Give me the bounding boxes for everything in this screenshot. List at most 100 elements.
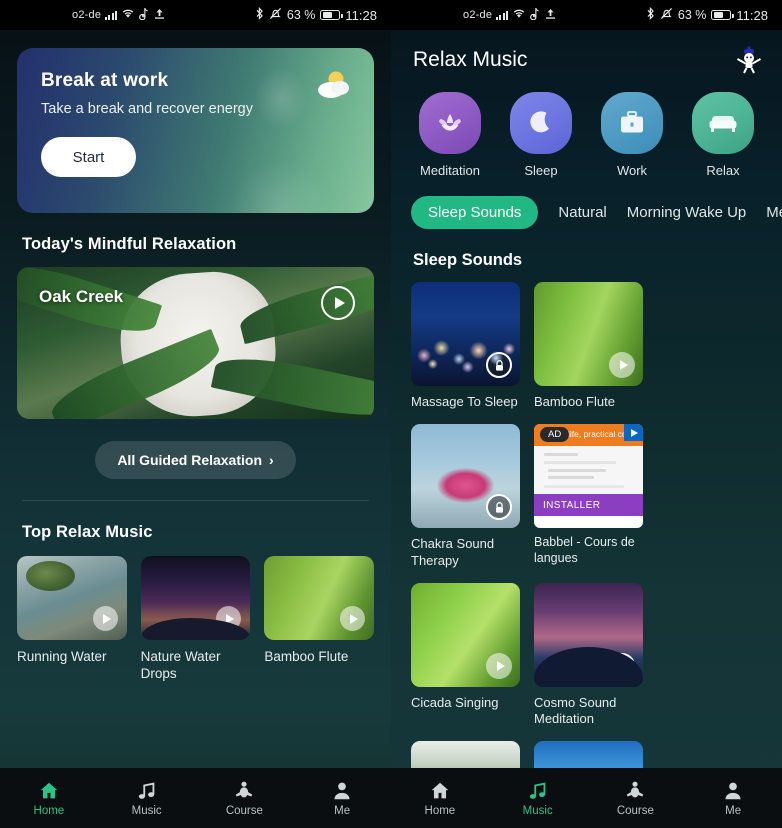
signal-bars-icon <box>105 10 117 20</box>
tab-natural[interactable]: Natural <box>558 204 606 221</box>
play-icon[interactable] <box>92 606 118 631</box>
nav-label: Music <box>522 804 553 817</box>
sofa-icon <box>709 116 737 132</box>
all-guided-label: All Guided Relaxation <box>117 452 263 468</box>
play-icon[interactable] <box>340 606 366 631</box>
grid-item[interactable]: Cicada Singing <box>411 582 520 728</box>
nav-label: Course <box>616 804 654 817</box>
bluetooth-icon <box>255 7 264 23</box>
relax-music-screen: o2-de 63 % 11:28 Relax Music Meditation … <box>391 0 782 828</box>
battery-percent-label: 63 % <box>677 7 707 22</box>
category-label: Relax <box>706 163 740 178</box>
tab-morning-wake-up[interactable]: Morning Wake Up <box>627 204 747 221</box>
section-title-top-music: Top Relax Music <box>22 523 153 541</box>
list-item[interactable]: Bamboo Flute <box>264 556 375 683</box>
grid-item[interactable]: Bamboo Flute <box>534 282 643 410</box>
briefcase-icon <box>621 111 643 133</box>
grid-item[interactable]: Cosmo Sound Meditation <box>534 582 643 728</box>
category-icon-bg <box>601 92 663 154</box>
music-note-icon <box>138 782 154 799</box>
hero-title: Break at work <box>41 70 169 91</box>
lock-icon[interactable] <box>486 494 512 521</box>
nav-item-music[interactable]: Music <box>489 780 587 817</box>
home-icon <box>431 782 449 798</box>
clock-label: 11:28 <box>736 7 768 23</box>
nav-label: Music <box>131 804 162 817</box>
section-title-sleep-sounds: Sleep Sounds <box>413 251 523 269</box>
nav-item-course[interactable]: Course <box>587 780 685 817</box>
carrier-label: o2-de <box>463 9 493 21</box>
nav-label: Me <box>334 804 351 817</box>
item-label: Cicada Singing <box>411 694 499 710</box>
nav-item-music[interactable]: Music <box>98 780 196 817</box>
list-item[interactable]: Running Water <box>17 556 127 683</box>
tab-sleep-sounds[interactable]: Sleep Sounds <box>411 196 539 229</box>
ad-card[interactable]: AD in real-life, practical co INSTALLER <box>534 424 643 569</box>
play-icon[interactable] <box>609 352 635 378</box>
category-label: Work <box>616 163 648 178</box>
status-bar: o2-de 63 % 11:28 <box>0 0 391 30</box>
category-work[interactable]: Work <box>593 92 671 178</box>
category-row: Meditation Sleep Work Relax <box>391 74 782 178</box>
play-circle-icon[interactable] <box>321 286 355 320</box>
nav-label: Home <box>33 804 65 817</box>
item-artwork <box>534 282 643 386</box>
category-meditation[interactable]: Meditation <box>411 92 489 178</box>
list-item[interactable]: Nature Water Drops <box>140 556 251 683</box>
item-label: Chakra Sound Therapy <box>411 536 495 568</box>
ad-badge: AD <box>540 427 570 443</box>
lock-icon[interactable] <box>486 352 512 378</box>
tiktok-icon <box>138 7 150 23</box>
meditation-person-icon <box>627 781 644 797</box>
nav-item-me[interactable]: Me <box>684 780 782 817</box>
play-icon[interactable] <box>216 606 242 631</box>
play-icon[interactable] <box>486 652 512 679</box>
all-guided-relaxation-button[interactable]: All Guided Relaxation › <box>95 441 296 479</box>
music-note-icon <box>529 782 545 799</box>
category-icon-bg <box>692 92 754 154</box>
home-icon <box>40 782 58 798</box>
chevron-right-icon: › <box>269 452 274 468</box>
sound-grid: Massage To Sleep Bamboo Flute Chakra Sou… <box>391 270 782 828</box>
status-bar-right: 63 % 11:28 <box>646 7 768 23</box>
item-artwork <box>411 282 520 386</box>
category-relax[interactable]: Relax <box>684 92 762 178</box>
tab-meditation[interactable]: Med <box>766 204 782 221</box>
item-label: Bamboo Flute <box>534 394 615 409</box>
tab-bar: Sleep Sounds Natural Morning Wake Up Med <box>391 178 782 229</box>
person-icon <box>725 782 741 799</box>
carrier-label: o2-de <box>72 9 102 21</box>
category-sleep[interactable]: Sleep <box>502 92 580 178</box>
status-bar-left: o2-de <box>72 7 165 23</box>
ad-creative: AD in real-life, practical co INSTALLER <box>534 424 643 529</box>
break-at-work-card[interactable]: Break at work Take a break and recover e… <box>17 48 374 213</box>
ad-install-button[interactable]: INSTALLER <box>534 494 643 517</box>
nav-item-home[interactable]: Home <box>0 780 98 817</box>
lock-icon[interactable] <box>609 652 635 679</box>
featured-relaxation-card[interactable]: Oak Creek <box>17 267 374 419</box>
bottom-navigation: Home Music Course Me <box>391 768 782 828</box>
start-button[interactable]: Start <box>41 137 136 177</box>
tile-label: Bamboo Flute <box>264 649 349 664</box>
mascot-character-icon[interactable] <box>734 46 764 74</box>
adchoices-icon[interactable] <box>624 424 643 442</box>
upload-icon <box>154 8 165 22</box>
category-label: Sleep <box>524 163 558 178</box>
person-icon <box>334 782 350 799</box>
nav-item-course[interactable]: Course <box>196 780 294 817</box>
item-artwork <box>411 582 520 687</box>
hero-subtitle: Take a break and recover energy <box>41 101 253 117</box>
meditation-person-icon <box>236 781 253 797</box>
ad-screenshot <box>534 446 643 495</box>
tile-label: Nature Water Drops <box>140 649 221 681</box>
category-label: Meditation <box>420 163 480 178</box>
grid-item[interactable]: Massage To Sleep <box>411 282 520 410</box>
all-guided-wrap: All Guided Relaxation › <box>0 441 391 479</box>
grid-item[interactable]: Chakra Sound Therapy <box>411 424 520 569</box>
lotus-icon <box>439 114 461 131</box>
page-title: Relax Music <box>413 48 528 71</box>
nav-item-me[interactable]: Me <box>293 780 391 817</box>
wifi-icon <box>512 8 526 22</box>
clock-label: 11:28 <box>345 7 377 23</box>
nav-item-home[interactable]: Home <box>391 780 489 817</box>
